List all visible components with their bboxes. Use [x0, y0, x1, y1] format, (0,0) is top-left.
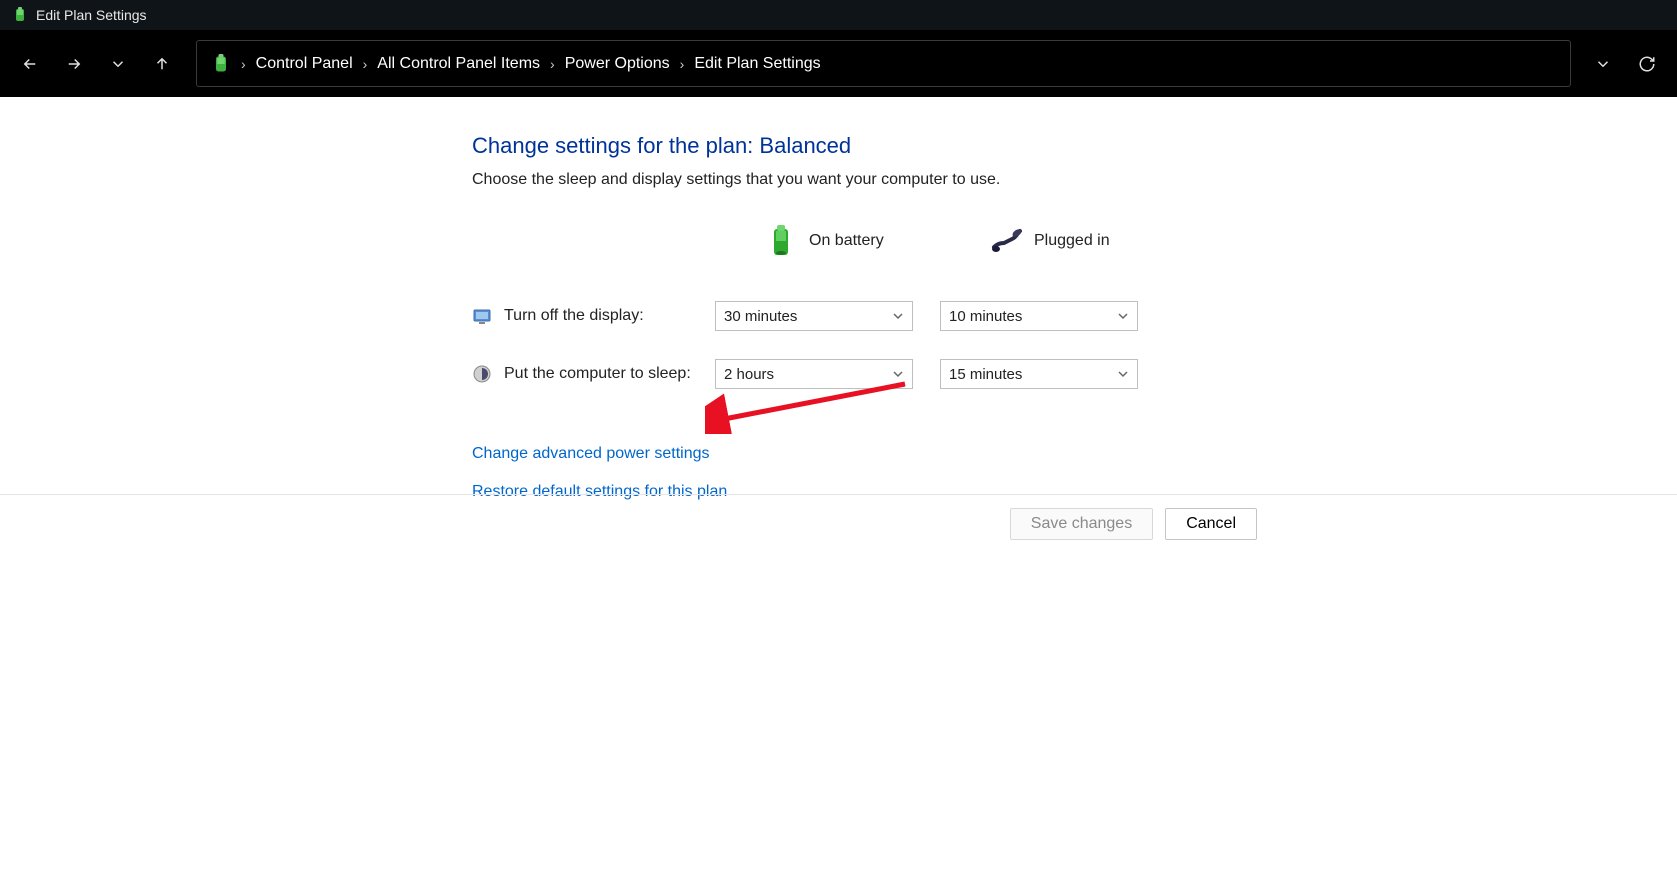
restore-defaults-link[interactable]: Restore default settings for this plan	[472, 483, 727, 501]
display-plugged-select[interactable]: 10 minutes	[940, 301, 1138, 331]
plug-icon	[988, 223, 1024, 259]
title-bar-text: Edit Plan Settings	[36, 7, 147, 23]
page-heading: Change settings for the plan: Balanced	[472, 133, 1677, 159]
display-battery-select[interactable]: 30 minutes	[715, 301, 913, 331]
row-sleep-label: Put the computer to sleep:	[472, 345, 715, 403]
breadcrumb-power-options[interactable]: Power Options	[565, 55, 670, 73]
back-button[interactable]	[10, 44, 50, 84]
chevron-right-icon: ›	[363, 56, 368, 72]
breadcrumb-control-panel[interactable]: Control Panel	[256, 55, 353, 73]
sleep-plugged-select[interactable]: 15 minutes	[940, 359, 1138, 389]
chevron-right-icon: ›	[241, 56, 246, 72]
breadcrumb-edit-plan[interactable]: Edit Plan Settings	[694, 55, 820, 73]
breadcrumb-all-items[interactable]: All Control Panel Items	[377, 55, 540, 73]
sleep-row-text: Put the computer to sleep:	[504, 365, 691, 383]
display-row-text: Turn off the display:	[504, 307, 644, 325]
settings-grid: On battery Plugged in Turn o	[472, 223, 1677, 403]
title-bar: Edit Plan Settings	[0, 0, 1677, 30]
chevron-right-icon: ›	[550, 56, 555, 72]
cancel-button[interactable]: Cancel	[1165, 508, 1257, 540]
sleep-battery-select[interactable]: 2 hours	[715, 359, 913, 389]
nav-bar: › Control Panel › All Control Panel Item…	[0, 30, 1677, 97]
column-plugged-in: Plugged in	[940, 223, 1165, 287]
chevron-down-icon	[892, 310, 904, 322]
chevron-down-icon	[892, 368, 904, 380]
sleep-plugged-value: 15 minutes	[949, 366, 1022, 383]
advanced-settings-link[interactable]: Change advanced power settings	[472, 445, 710, 463]
battery-address-icon	[211, 54, 231, 74]
chevron-down-icon	[1117, 310, 1129, 322]
column-on-battery: On battery	[715, 223, 940, 287]
divider	[0, 494, 1677, 495]
address-bar[interactable]: › Control Panel › All Control Panel Item…	[196, 40, 1571, 87]
column-battery-label: On battery	[809, 232, 884, 250]
history-dropdown-button[interactable]	[98, 44, 138, 84]
page-subheading: Choose the sleep and display settings th…	[472, 171, 1677, 189]
chevron-down-icon	[1117, 368, 1129, 380]
content-area: Change settings for the plan: Balanced C…	[0, 97, 1677, 501]
sleep-battery-value: 2 hours	[724, 366, 774, 383]
address-history-button[interactable]	[1583, 44, 1623, 84]
up-button[interactable]	[142, 44, 182, 84]
battery-icon	[763, 223, 799, 259]
chevron-right-icon: ›	[680, 56, 685, 72]
button-bar: Save changes Cancel	[1010, 508, 1257, 540]
battery-title-icon	[12, 7, 28, 23]
save-changes-button: Save changes	[1010, 508, 1153, 540]
forward-button[interactable]	[54, 44, 94, 84]
row-display-label: Turn off the display:	[472, 287, 715, 345]
links-section: Change advanced power settings Restore d…	[472, 445, 1677, 501]
display-battery-value: 30 minutes	[724, 308, 797, 325]
refresh-button[interactable]	[1627, 44, 1667, 84]
column-plugged-label: Plugged in	[1034, 232, 1110, 250]
sleep-icon	[472, 364, 492, 384]
display-plugged-value: 10 minutes	[949, 308, 1022, 325]
display-icon	[472, 306, 492, 326]
